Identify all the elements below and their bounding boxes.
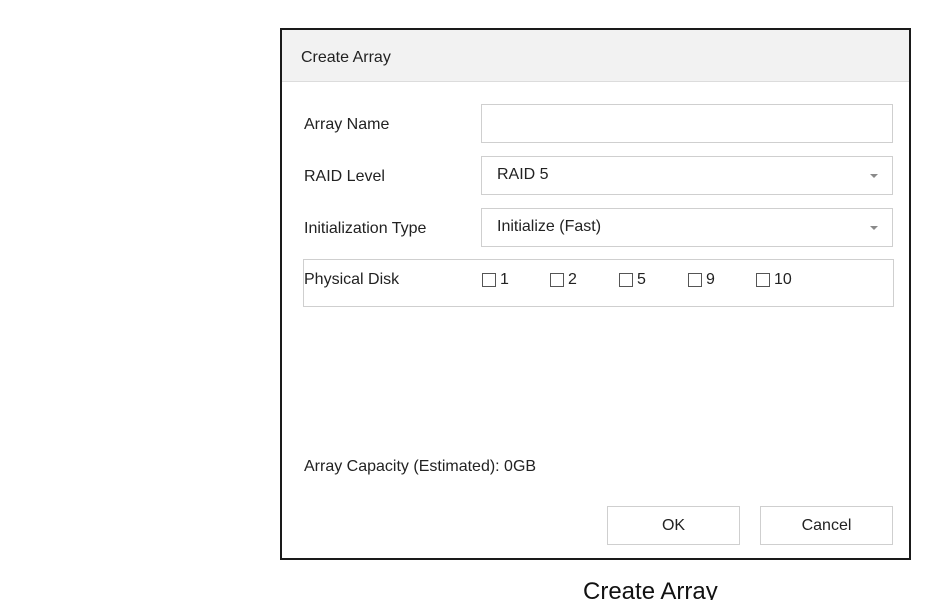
disk-number: 5 (637, 271, 646, 288)
cancel-button[interactable]: Cancel (760, 506, 893, 545)
physical-disk-label: Physical Disk (304, 271, 400, 288)
figure-caption: Create Array (583, 578, 718, 600)
disk-number: 2 (568, 271, 577, 288)
disk-checkbox[interactable] (482, 273, 496, 287)
chevron-down-icon (870, 174, 878, 178)
disk-option-5[interactable]: 5 (619, 271, 646, 289)
disk-number: 10 (774, 271, 792, 288)
dialog-title: Create Array (301, 49, 391, 66)
disk-checkbox[interactable] (550, 273, 564, 287)
disk-number: 9 (706, 271, 715, 288)
array-capacity-text: Array Capacity (Estimated): 0GB (304, 458, 537, 475)
init-type-label: Initialization Type (304, 220, 427, 237)
disk-number: 1 (500, 271, 509, 288)
disk-option-2[interactable]: 2 (550, 271, 577, 289)
init-type-select[interactable]: Initialize (Fast) (481, 208, 893, 247)
disk-option-10[interactable]: 10 (756, 271, 792, 289)
raid-level-label: RAID Level (304, 168, 385, 185)
disk-option-1[interactable]: 1 (482, 271, 509, 289)
dialog-header: Create Array (282, 30, 909, 82)
array-name-field[interactable] (481, 104, 893, 143)
init-type-value: Initialize (Fast) (497, 218, 602, 235)
page: Create Array Array Name RAID Level RAID … (0, 0, 950, 600)
disk-checkbox[interactable] (688, 273, 702, 287)
raid-level-value: RAID 5 (497, 166, 549, 183)
disk-checkbox[interactable] (756, 273, 770, 287)
array-name-label: Array Name (304, 116, 390, 133)
disk-option-9[interactable]: 9 (688, 271, 715, 289)
chevron-down-icon (870, 226, 878, 230)
ok-button[interactable]: OK (607, 506, 740, 545)
create-array-dialog: Create Array Array Name RAID Level RAID … (280, 28, 911, 560)
raid-level-select[interactable]: RAID 5 (481, 156, 893, 195)
array-name-input[interactable] (482, 105, 892, 142)
disk-checkbox[interactable] (619, 273, 633, 287)
physical-disk-panel: Physical Disk 1 2 5 9 10 (303, 259, 894, 307)
